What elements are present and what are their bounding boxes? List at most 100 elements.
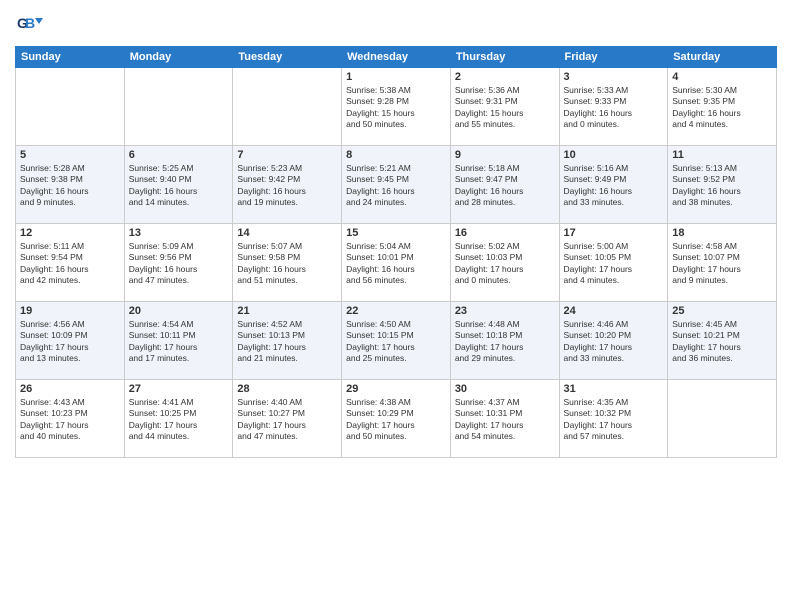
day-number: 8 [346, 149, 446, 161]
day-cell: 27 Sunrise: 4:41 AM Sunset: 10:25 PM Dayl… [124, 380, 233, 458]
day-info: Sunrise: 4:58 AM Sunset: 10:07 PM Daylig… [672, 241, 772, 287]
day-info: Sunrise: 5:36 AM Sunset: 9:31 PM Dayligh… [455, 85, 555, 131]
day-info: Sunrise: 4:56 AM Sunset: 10:09 PM Daylig… [20, 319, 120, 365]
day-number: 28 [237, 383, 337, 395]
weekday-header-saturday: Saturday [668, 47, 777, 68]
day-number: 18 [672, 227, 772, 239]
svg-text:B: B [25, 15, 35, 31]
day-info: Sunrise: 5:18 AM Sunset: 9:47 PM Dayligh… [455, 163, 555, 209]
week-row-1: 5Sunrise: 5:28 AM Sunset: 9:38 PM Daylig… [16, 146, 777, 224]
day-number: 9 [455, 149, 555, 161]
logo-icon: G B [15, 10, 43, 38]
day-info: Sunrise: 4:45 AM Sunset: 10:21 PM Daylig… [672, 319, 772, 365]
day-number: 17 [564, 227, 664, 239]
day-number: 7 [237, 149, 337, 161]
page: G B SundayMondayTuesdayWednesdayThursday… [0, 0, 792, 612]
day-cell: 17 Sunrise: 5:00 AM Sunset: 10:05 PM Dayl… [559, 224, 668, 302]
day-number: 4 [672, 71, 772, 83]
day-cell: 15Sunrise: 5:04 AM Sunset: 10:01 PM Dayl… [342, 224, 451, 302]
day-number: 3 [564, 71, 664, 83]
day-cell [16, 68, 125, 146]
day-cell: 3Sunrise: 5:33 AM Sunset: 9:33 PM Daylig… [559, 68, 668, 146]
day-number: 19 [20, 305, 120, 317]
day-number: 26 [20, 383, 120, 395]
day-cell: 19 Sunrise: 4:56 AM Sunset: 10:09 PM Dayl… [16, 302, 125, 380]
day-cell: 20 Sunrise: 4:54 AM Sunset: 10:11 PM Dayl… [124, 302, 233, 380]
day-cell: 21 Sunrise: 4:52 AM Sunset: 10:13 PM Dayl… [233, 302, 342, 380]
day-info: Sunrise: 4:40 AM Sunset: 10:27 PM Daylig… [237, 397, 337, 443]
day-cell: 16Sunrise: 5:02 AM Sunset: 10:03 PM Dayl… [450, 224, 559, 302]
day-info: Sunrise: 4:48 AM Sunset: 10:18 PM Daylig… [455, 319, 555, 365]
weekday-header-monday: Monday [124, 47, 233, 68]
weekday-header-friday: Friday [559, 47, 668, 68]
day-info: Sunrise: 4:50 AM Sunset: 10:15 PM Daylig… [346, 319, 446, 365]
day-info: Sunrise: 5:02 AM Sunset: 10:03 PM Daylig… [455, 241, 555, 287]
day-cell: 14 Sunrise: 5:07 AM Sunset: 9:58 PM Dayli… [233, 224, 342, 302]
day-number: 13 [129, 227, 229, 239]
day-info: Sunrise: 5:25 AM Sunset: 9:40 PM Dayligh… [129, 163, 229, 209]
day-cell: 29Sunrise: 4:38 AM Sunset: 10:29 PM Dayl… [342, 380, 451, 458]
day-info: Sunrise: 5:28 AM Sunset: 9:38 PM Dayligh… [20, 163, 120, 209]
day-cell: 28 Sunrise: 4:40 AM Sunset: 10:27 PM Dayl… [233, 380, 342, 458]
day-info: Sunrise: 4:41 AM Sunset: 10:25 PM Daylig… [129, 397, 229, 443]
day-info: Sunrise: 4:38 AM Sunset: 10:29 PM Daylig… [346, 397, 446, 443]
day-cell: 22 Sunrise: 4:50 AM Sunset: 10:15 PM Dayl… [342, 302, 451, 380]
day-cell: 26 Sunrise: 4:43 AM Sunset: 10:23 PM Dayl… [16, 380, 125, 458]
day-info: Sunrise: 5:30 AM Sunset: 9:35 PM Dayligh… [672, 85, 772, 131]
day-info: Sunrise: 4:54 AM Sunset: 10:11 PM Daylig… [129, 319, 229, 365]
day-cell: 18 Sunrise: 4:58 AM Sunset: 10:07 PM Dayl… [668, 224, 777, 302]
day-cell: 24 Sunrise: 4:46 AM Sunset: 10:20 PM Dayl… [559, 302, 668, 380]
weekday-header-row: SundayMondayTuesdayWednesdayThursdayFrid… [16, 47, 777, 68]
day-cell: 8 Sunrise: 5:21 AM Sunset: 9:45 PM Daylig… [342, 146, 451, 224]
day-number: 12 [20, 227, 120, 239]
day-number: 21 [237, 305, 337, 317]
day-number: 23 [455, 305, 555, 317]
day-number: 20 [129, 305, 229, 317]
day-cell: 13 Sunrise: 5:09 AM Sunset: 9:56 PM Dayli… [124, 224, 233, 302]
day-number: 22 [346, 305, 446, 317]
header: G B [15, 10, 777, 38]
day-info: Sunrise: 5:11 AM Sunset: 9:54 PM Dayligh… [20, 241, 120, 287]
day-number: 24 [564, 305, 664, 317]
day-cell [124, 68, 233, 146]
day-info: Sunrise: 5:00 AM Sunset: 10:05 PM Daylig… [564, 241, 664, 287]
week-row-3: 19 Sunrise: 4:56 AM Sunset: 10:09 PM Dayl… [16, 302, 777, 380]
day-info: Sunrise: 5:21 AM Sunset: 9:45 PM Dayligh… [346, 163, 446, 209]
weekday-header-tuesday: Tuesday [233, 47, 342, 68]
day-info: Sunrise: 4:46 AM Sunset: 10:20 PM Daylig… [564, 319, 664, 365]
day-info: Sunrise: 5:04 AM Sunset: 10:01 PM Daylig… [346, 241, 446, 287]
day-number: 25 [672, 305, 772, 317]
day-info: Sunrise: 4:35 AM Sunset: 10:32 PM Daylig… [564, 397, 664, 443]
calendar-table: SundayMondayTuesdayWednesdayThursdayFrid… [15, 46, 777, 458]
day-cell: 12 Sunrise: 5:11 AM Sunset: 9:54 PM Dayli… [16, 224, 125, 302]
day-info: Sunrise: 4:37 AM Sunset: 10:31 PM Daylig… [455, 397, 555, 443]
day-cell: 1 Sunrise: 5:38 AM Sunset: 9:28 PM Daylig… [342, 68, 451, 146]
day-info: Sunrise: 5:23 AM Sunset: 9:42 PM Dayligh… [237, 163, 337, 209]
day-cell: 2 Sunrise: 5:36 AM Sunset: 9:31 PM Daylig… [450, 68, 559, 146]
day-info: Sunrise: 5:07 AM Sunset: 9:58 PM Dayligh… [237, 241, 337, 287]
day-cell: 4 Sunrise: 5:30 AM Sunset: 9:35 PM Daylig… [668, 68, 777, 146]
day-number: 11 [672, 149, 772, 161]
week-row-4: 26 Sunrise: 4:43 AM Sunset: 10:23 PM Dayl… [16, 380, 777, 458]
day-cell: 31 Sunrise: 4:35 AM Sunset: 10:32 PM Dayl… [559, 380, 668, 458]
day-number: 31 [564, 383, 664, 395]
day-number: 14 [237, 227, 337, 239]
day-number: 1 [346, 71, 446, 83]
day-info: Sunrise: 5:09 AM Sunset: 9:56 PM Dayligh… [129, 241, 229, 287]
day-info: Sunrise: 5:38 AM Sunset: 9:28 PM Dayligh… [346, 85, 446, 131]
day-cell: 25 Sunrise: 4:45 AM Sunset: 10:21 PM Dayl… [668, 302, 777, 380]
week-row-2: 12 Sunrise: 5:11 AM Sunset: 9:54 PM Dayli… [16, 224, 777, 302]
day-cell: 11 Sunrise: 5:13 AM Sunset: 9:52 PM Dayli… [668, 146, 777, 224]
day-number: 27 [129, 383, 229, 395]
day-info: Sunrise: 5:13 AM Sunset: 9:52 PM Dayligh… [672, 163, 772, 209]
day-number: 2 [455, 71, 555, 83]
day-info: Sunrise: 4:43 AM Sunset: 10:23 PM Daylig… [20, 397, 120, 443]
day-cell [668, 380, 777, 458]
day-cell: 30Sunrise: 4:37 AM Sunset: 10:31 PM Dayl… [450, 380, 559, 458]
day-number: 6 [129, 149, 229, 161]
day-cell: 23 Sunrise: 4:48 AM Sunset: 10:18 PM Dayl… [450, 302, 559, 380]
day-info: Sunrise: 4:52 AM Sunset: 10:13 PM Daylig… [237, 319, 337, 365]
weekday-header-thursday: Thursday [450, 47, 559, 68]
day-cell: 6 Sunrise: 5:25 AM Sunset: 9:40 PM Daylig… [124, 146, 233, 224]
day-cell: 7 Sunrise: 5:23 AM Sunset: 9:42 PM Daylig… [233, 146, 342, 224]
